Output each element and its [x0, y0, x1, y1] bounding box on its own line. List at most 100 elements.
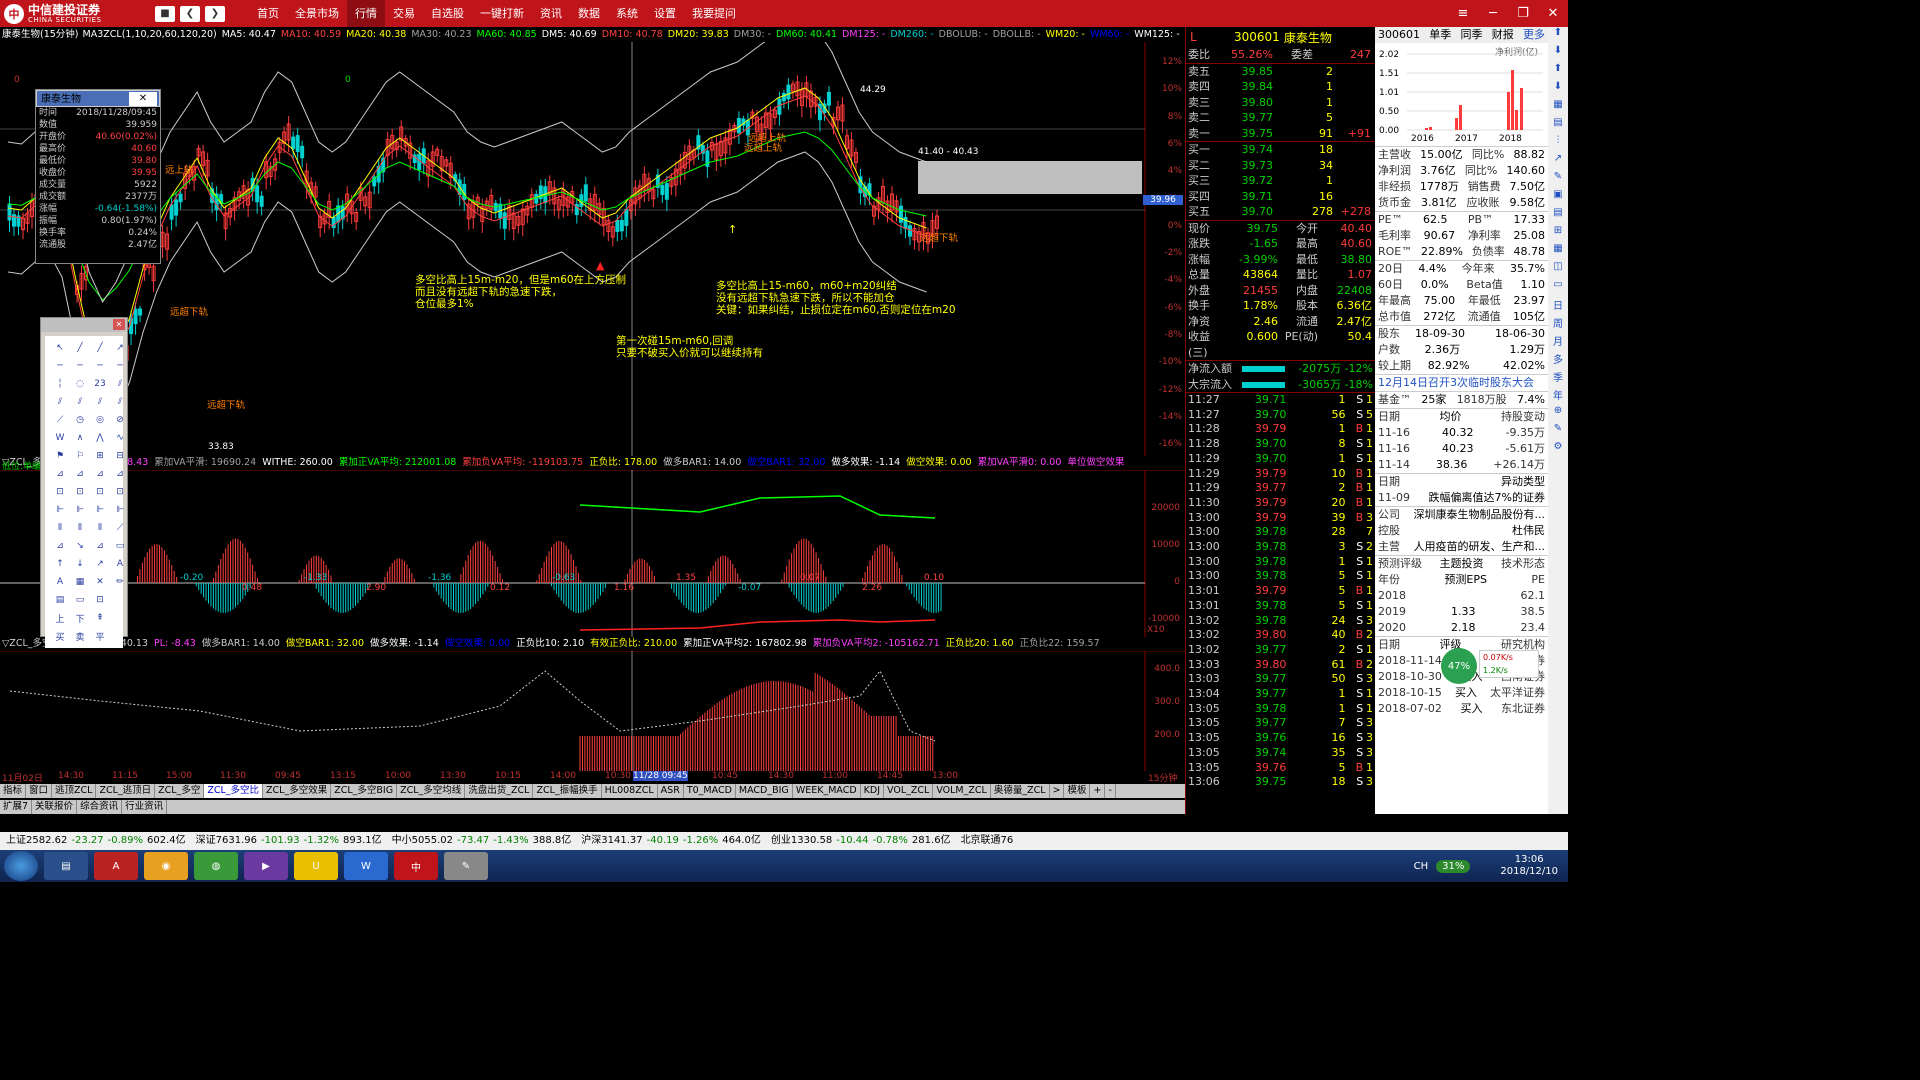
- start-button[interactable]: [4, 851, 38, 881]
- order-book-level[interactable]: 卖五 39.85 2: [1186, 64, 1375, 80]
- f10-tab-same-quarter[interactable]: 同季: [1461, 27, 1483, 43]
- bottom-tab[interactable]: 关联报价: [32, 800, 78, 814]
- indicator-tab[interactable]: KDJ: [861, 784, 885, 798]
- taskbar-app-stock[interactable]: 中: [394, 852, 438, 880]
- draw-tool-icon[interactable]: ⦀: [91, 520, 109, 536]
- close-icon[interactable]: ✕: [113, 319, 125, 330]
- draw-tool-icon[interactable]: ⊟: [111, 448, 129, 464]
- menu-item-5[interactable]: 一键打新: [472, 0, 532, 27]
- indicator-tab[interactable]: MACD_BIG: [736, 784, 793, 798]
- order-book-level[interactable]: 买三 39.72 1: [1186, 173, 1375, 189]
- draw-tool-icon[interactable]: ⊿: [71, 466, 89, 482]
- taskbar-app-vs[interactable]: ▶: [244, 852, 288, 880]
- draw-tool-icon[interactable]: ⟋: [111, 520, 129, 536]
- bottom-tab[interactable]: 扩展7: [0, 800, 33, 814]
- draw-tool-icon[interactable]: 卖: [71, 628, 89, 644]
- order-book-level[interactable]: 买一 39.74 18: [1186, 142, 1375, 158]
- taskbar-app-explorer[interactable]: ▤: [44, 852, 88, 880]
- drawing-toolbox[interactable]: ✕ ↖ ╱ ╱ ↗ ─ ─ ─ ─ ╎ ◌ 23 ⫽ ⫽ ⫽ ⫽ ⫽ ⟋ ◷ ◎ ⊘ W ∧ ⋀ ∿ ⚑ ⚐ ⊞ ⊟ ⊿ ⊿ ⊿ ⊿ ⊡ ⊡ ⊡ ⊡ ⊩…: [40, 317, 129, 648]
- draw-tool-icon[interactable]: ∧: [71, 430, 89, 446]
- sidebar-tool-icon[interactable]: ▤: [1548, 207, 1568, 225]
- draw-tool-icon[interactable]: [111, 628, 129, 644]
- draw-tool-icon[interactable]: 上: [51, 610, 69, 626]
- draw-tool-icon[interactable]: ⚐: [71, 448, 89, 464]
- order-book-level[interactable]: 买五 39.70 278 +278: [1186, 204, 1375, 220]
- draw-tool-icon[interactable]: ↗: [111, 340, 129, 356]
- sidebar-tool-icon[interactable]: ✎: [1548, 423, 1568, 441]
- sidebar-tool-icon[interactable]: 季: [1548, 369, 1568, 387]
- draw-tool-icon[interactable]: ↖: [51, 340, 69, 356]
- menu-item-2[interactable]: 行情: [347, 0, 385, 27]
- draw-tool-icon[interactable]: ⊡: [91, 592, 109, 608]
- menu-item-8[interactable]: 系统: [608, 0, 646, 27]
- draw-tool-icon[interactable]: ⊡: [91, 484, 109, 500]
- draw-tool-icon[interactable]: ⊡: [111, 484, 129, 500]
- kline-panel[interactable]: 康泰生物(15分钟) MA3ZCL(1,10,20,60,120,20) MA5: …: [0, 27, 1185, 800]
- indicator-tab[interactable]: >: [1050, 784, 1065, 798]
- sidebar-tool-icon[interactable]: ▦: [1548, 99, 1568, 117]
- draw-tool-icon[interactable]: 下: [71, 610, 89, 626]
- back-icon[interactable]: ❮: [180, 5, 200, 22]
- indicator-tab[interactable]: 奥德量_ZCL: [991, 784, 1050, 798]
- restore-icon[interactable]: ❐: [1508, 6, 1538, 21]
- indicator-tab[interactable]: 洗盘出货_ZCL: [465, 784, 534, 798]
- indicator2-chart[interactable]: 400.0 300.0 200.0: [0, 651, 1185, 771]
- sidebar-tool-icon[interactable]: ▣: [1548, 189, 1568, 207]
- sidebar-tool-icon[interactable]: 年: [1548, 387, 1568, 405]
- draw-tool-icon[interactable]: ∿: [111, 430, 129, 446]
- menu-item-9[interactable]: 设置: [646, 0, 684, 27]
- draw-tool-icon[interactable]: ⊘: [111, 412, 129, 428]
- indicator-tab[interactable]: 模板: [1064, 784, 1091, 798]
- draw-tool-icon[interactable]: ╎: [51, 376, 69, 392]
- indicator-tab[interactable]: +: [1090, 784, 1106, 798]
- close-icon[interactable]: ✕: [1538, 6, 1568, 21]
- draw-tool-icon[interactable]: ⊿: [91, 466, 109, 482]
- data-window[interactable]: 康泰生物 ✕ 时间 2018/11/28/09:45 数值 39.959 开盘价 40.60…: [35, 89, 161, 264]
- order-book-level[interactable]: 卖四 39.84 1: [1186, 79, 1375, 95]
- toolbox-title[interactable]: ✕: [41, 318, 127, 332]
- draw-tool-icon[interactable]: ─: [51, 358, 69, 374]
- sidebar-tool-icon[interactable]: ⊕: [1548, 405, 1568, 423]
- sidebar-tool-icon[interactable]: 月: [1548, 333, 1568, 351]
- indicator-tab[interactable]: ZCL_振幅换手: [533, 784, 602, 798]
- draw-tool-icon[interactable]: ✏: [111, 574, 129, 590]
- order-book-level[interactable]: 卖二 39.77 5: [1186, 110, 1375, 126]
- menu-item-4[interactable]: 自选股: [423, 0, 472, 27]
- sidebar-tool-icon[interactable]: 日: [1548, 297, 1568, 315]
- indicator-tab[interactable]: HL008ZCL: [602, 784, 658, 798]
- draw-tool-icon[interactable]: ↗: [91, 556, 109, 572]
- taskbar-app-chrome[interactable]: ◉: [144, 852, 188, 880]
- draw-tool-icon[interactable]: ↑: [51, 556, 69, 572]
- draw-tool-icon[interactable]: ⊞: [91, 448, 109, 464]
- taskbar-app-wechat[interactable]: ◍: [194, 852, 238, 880]
- menu-icon[interactable]: ≡: [1448, 6, 1478, 21]
- indicator-tab[interactable]: WEEK_MACD: [793, 784, 861, 798]
- tick-list[interactable]: 11:27 39.71 1 S 1 11:27 39.70 56 S 5 11:28 39.79 1 B 1…: [1186, 393, 1375, 790]
- draw-tool-icon[interactable]: ─: [71, 358, 89, 374]
- draw-tool-icon[interactable]: ⊡: [51, 484, 69, 500]
- draw-tool-icon[interactable]: ⦀: [71, 520, 89, 536]
- menu-item-3[interactable]: 交易: [385, 0, 423, 27]
- indicator-tab[interactable]: 指标: [0, 784, 27, 798]
- draw-tool-icon[interactable]: ✕: [91, 574, 109, 590]
- draw-tool-icon[interactable]: ▦: [71, 574, 89, 590]
- indicator-tab[interactable]: T0_MACD: [684, 784, 736, 798]
- indicator-tab[interactable]: ZCL_多空比: [204, 784, 264, 798]
- order-book-level[interactable]: 卖三 39.80 1: [1186, 95, 1375, 111]
- sidebar-tool-icon[interactable]: ⬇: [1548, 45, 1568, 63]
- taskbar-app-pdf[interactable]: A: [94, 852, 138, 880]
- draw-tool-icon[interactable]: ⊩: [71, 502, 89, 518]
- sidebar-tool-icon[interactable]: ↗: [1548, 153, 1568, 171]
- draw-tool-icon[interactable]: W: [51, 430, 69, 446]
- kline-chart[interactable]: [0, 42, 1185, 456]
- sidebar-tool-icon[interactable]: ▭: [1548, 279, 1568, 297]
- home-icon[interactable]: ■: [155, 5, 175, 22]
- draw-tool-icon[interactable]: ▭: [111, 538, 129, 554]
- sidebar-tool-icon[interactable]: ✎: [1548, 171, 1568, 189]
- order-book-level[interactable]: 买四 39.71 16: [1186, 189, 1375, 205]
- indicator-tab[interactable]: ZCL_多空: [155, 784, 205, 798]
- draw-tool-icon[interactable]: ▭: [71, 592, 89, 608]
- sidebar-tool-icon[interactable]: 周: [1548, 315, 1568, 333]
- draw-tool-icon[interactable]: ╱: [71, 340, 89, 356]
- sidebar-tool-icon[interactable]: ⬇: [1548, 81, 1568, 99]
